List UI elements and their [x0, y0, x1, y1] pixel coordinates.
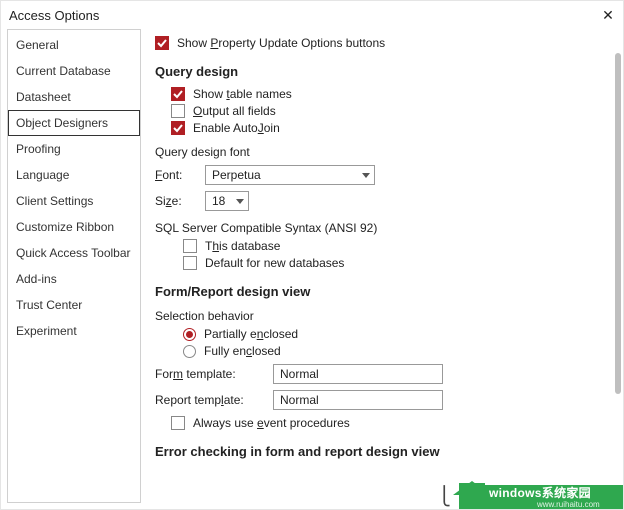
input-report-template-value: Normal — [280, 393, 319, 407]
sidebar-item-quick-access-toolbar[interactable]: Quick Access Toolbar — [8, 240, 140, 266]
close-button[interactable]: ✕ — [601, 8, 615, 22]
sidebar-item-datasheet[interactable]: Datasheet — [8, 84, 140, 110]
close-icon: ✕ — [602, 7, 614, 24]
sidebar-item-label: Language — [16, 168, 69, 182]
label-form-template: Form template: — [155, 367, 265, 381]
sidebar-item-label: Quick Access Toolbar — [16, 246, 131, 260]
chevron-down-icon — [236, 199, 244, 204]
check-icon — [173, 123, 183, 133]
sidebar-item-trust-center[interactable]: Trust Center — [8, 292, 140, 318]
decorative-bracket: ⎩ — [438, 486, 452, 507]
section-form-report: Form/Report design view — [155, 284, 605, 299]
window-title: Access Options — [9, 8, 601, 23]
sidebar-item-add-ins[interactable]: Add-ins — [8, 266, 140, 292]
row-default-new-db: Default for new databases — [183, 256, 605, 270]
select-size[interactable]: 18 — [205, 191, 249, 211]
category-sidebar: General Current Database Datasheet Objec… — [7, 29, 141, 503]
input-report-template[interactable]: Normal — [273, 390, 443, 410]
check-icon — [157, 38, 167, 48]
checkbox-always-event-proc[interactable] — [171, 416, 185, 430]
row-this-database: This database This database — [183, 239, 605, 253]
sidebar-item-label: Trust Center — [16, 298, 82, 312]
label-enable-autojoin: Enable AutoJoin — [193, 121, 280, 135]
sidebar-item-general[interactable]: General — [8, 32, 140, 58]
checkbox-show-property-update[interactable] — [155, 36, 169, 50]
title-bar: Access Options ✕ — [1, 1, 623, 29]
label-show-table-names: Show table names — [193, 87, 292, 101]
select-font-value: Perpetua — [212, 168, 261, 182]
label-partially-enclosed: Partially enclosed — [204, 327, 298, 341]
sidebar-item-label: Current Database — [16, 64, 111, 78]
row-size: Size: Size: 18 — [155, 191, 605, 211]
sidebar-item-label: Experiment — [16, 324, 77, 338]
select-size-value: 18 — [212, 194, 225, 208]
row-report-template: Report template: Report template: Normal — [155, 390, 605, 410]
label-always-event-proc: Always use event procedures — [193, 416, 350, 430]
input-form-template[interactable]: Normal — [273, 364, 443, 384]
subhead-selection-behavior: Selection behavior — [155, 309, 605, 323]
vertical-scrollbar[interactable] — [613, 53, 621, 479]
sidebar-item-label: Proofing — [16, 142, 61, 156]
select-font[interactable]: Perpetua — [205, 165, 375, 185]
checkbox-output-all-fields[interactable] — [171, 104, 185, 118]
check-icon — [173, 89, 183, 99]
sidebar-item-experiment[interactable]: Experiment — [8, 318, 140, 344]
content-pane: Show Property Update Options buttons Sho… — [147, 29, 623, 509]
row-show-property-update: Show Property Update Options buttons Sho… — [155, 36, 605, 50]
sidebar-item-label: Add-ins — [16, 272, 57, 286]
sidebar-item-customize-ribbon[interactable]: Customize Ribbon — [8, 214, 140, 240]
label-report-template: Report template: — [155, 393, 265, 407]
label-fully-enclosed: Fully enclosed — [204, 344, 281, 358]
sidebar-item-language[interactable]: Language — [8, 162, 140, 188]
label-default-new-db: Default for new databases — [205, 256, 344, 270]
subhead-query-font: Query design font — [155, 145, 605, 159]
row-output-all-fields: Output all fields Output all fields — [171, 104, 605, 118]
label-show-property-update: Show Property Update Options buttons — [177, 36, 385, 50]
chevron-down-icon — [362, 173, 370, 178]
checkbox-this-database[interactable] — [183, 239, 197, 253]
row-enable-autojoin: Enable AutoJoin Enable AutoJoin — [171, 121, 605, 135]
label-size: Size: — [155, 194, 197, 208]
sidebar-item-current-database[interactable]: Current Database — [8, 58, 140, 84]
window-body: General Current Database Datasheet Objec… — [1, 29, 623, 509]
row-always-event-proc: Always use event procedures Always use e… — [171, 416, 605, 430]
label-output-all-fields: Output all fields — [193, 104, 276, 118]
section-error-checking: Error checking in form and report design… — [155, 444, 605, 459]
input-form-template-value: Normal — [280, 367, 319, 381]
checkbox-enable-autojoin[interactable] — [171, 121, 185, 135]
sidebar-item-proofing[interactable]: Proofing — [8, 136, 140, 162]
content-inner: Show Property Update Options buttons Sho… — [155, 33, 605, 467]
row-show-table-names: Show table names Show table names — [171, 87, 605, 101]
checkbox-default-new-db[interactable] — [183, 256, 197, 270]
checkbox-show-table-names[interactable] — [171, 87, 185, 101]
sidebar-item-object-designers[interactable]: Object Designers — [8, 110, 140, 136]
subhead-ansi92: SQL Server Compatible Syntax (ANSI 92) — [155, 221, 605, 235]
label-this-database: This database — [205, 239, 280, 253]
scrollbar-thumb[interactable] — [615, 53, 621, 394]
section-query-design: Query design — [155, 64, 605, 79]
sidebar-item-client-settings[interactable]: Client Settings — [8, 188, 140, 214]
sidebar-item-label: Client Settings — [16, 194, 93, 208]
row-font: Font: Font: Perpetua — [155, 165, 605, 185]
row-fully-enclosed: Fully enclosed Fully enclosed — [183, 344, 605, 358]
sidebar-item-label: Customize Ribbon — [16, 220, 114, 234]
radio-partially-enclosed[interactable] — [183, 328, 196, 341]
row-form-template: Form template: Form template: Normal — [155, 364, 605, 384]
sidebar-item-label: Datasheet — [16, 90, 71, 104]
access-options-window: Access Options ✕ General Current Databas… — [0, 0, 624, 510]
label-font: Font: — [155, 168, 197, 182]
row-partially-enclosed: Partially enclosed Partially enclosed — [183, 327, 605, 341]
sidebar-item-label: Object Designers — [16, 116, 108, 130]
radio-fully-enclosed[interactable] — [183, 345, 196, 358]
sidebar-item-label: General — [16, 38, 59, 52]
